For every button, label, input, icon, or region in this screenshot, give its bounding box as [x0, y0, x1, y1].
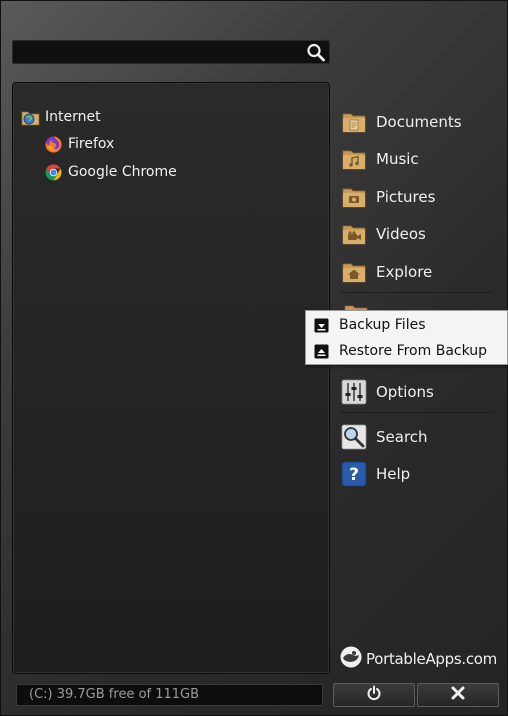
app-item-google-chrome[interactable]: Google Chrome [44, 161, 177, 183]
sidebar-item-options[interactable]: Options [341, 377, 493, 407]
videos-folder-icon [341, 221, 367, 247]
close-button[interactable] [417, 683, 499, 707]
sidebar-item-label: Help [376, 465, 411, 483]
options-icon [341, 379, 367, 405]
backup-icon [314, 318, 329, 333]
search-bar [12, 40, 330, 64]
menu-item-label: Backup Files [339, 317, 426, 333]
portableapps-logo: PortableApps.com [339, 646, 497, 672]
svg-text:?: ? [349, 465, 359, 485]
portableapps-logo-text: PortableApps.com [366, 650, 497, 668]
explore-folder-icon [341, 259, 367, 285]
menu-item-backup-files[interactable]: Backup Files [306, 312, 507, 338]
backup-context-menu: Backup Files Restore From Backup [305, 310, 508, 365]
search-input[interactable] [17, 43, 302, 61]
power-icon [366, 685, 382, 705]
chrome-icon [44, 163, 63, 182]
search-icon[interactable] [305, 42, 327, 62]
app-item-firefox[interactable]: Firefox [44, 133, 114, 155]
app-label: Firefox [68, 136, 115, 152]
category-internet[interactable]: Internet [21, 106, 101, 128]
sidebar-item-pictures[interactable]: Pictures [341, 182, 493, 212]
portableapps-menu-window: Internet Firefox Google Chrome Documents… [0, 0, 508, 716]
sidebar-item-search[interactable]: Search [341, 422, 493, 452]
sidebar-item-documents[interactable]: Documents [341, 107, 493, 137]
sidebar-item-label: Search [376, 428, 428, 446]
firefox-icon [44, 135, 63, 154]
pictures-folder-icon [341, 184, 367, 210]
app-label: Google Chrome [68, 164, 177, 180]
menu-item-label: Restore From Backup [339, 343, 488, 359]
close-icon [450, 685, 466, 705]
restore-icon [314, 344, 329, 359]
help-icon: ? [341, 461, 367, 487]
sidebar-item-label: Explore [376, 263, 433, 281]
sidebar-item-help[interactable]: ? Help [341, 459, 493, 489]
power-button[interactable] [333, 683, 415, 707]
sidebar-item-label: Pictures [376, 188, 436, 206]
sidebar-divider [341, 412, 493, 413]
sidebar-item-label: Music [376, 150, 419, 168]
sidebar-item-videos[interactable]: Videos [341, 219, 493, 249]
sidebar-divider [341, 292, 493, 293]
sidebar-item-music[interactable]: Music [341, 144, 493, 174]
portableapps-logo-icon [339, 645, 363, 673]
sidebar-item-explore[interactable]: Explore [341, 257, 493, 287]
category-label: Internet [45, 109, 101, 125]
drive-status: (C:) 39.7GB free of 111GB [16, 684, 323, 706]
sidebar-item-label: Videos [376, 225, 426, 243]
music-folder-icon [341, 146, 367, 172]
sidebar-item-label: Documents [376, 113, 462, 131]
sidebar-item-label: Options [376, 383, 434, 401]
documents-folder-icon [341, 109, 367, 135]
search-magnifier-icon [341, 424, 367, 450]
menu-item-restore-from-backup[interactable]: Restore From Backup [306, 338, 507, 364]
internet-folder-icon [21, 108, 40, 127]
